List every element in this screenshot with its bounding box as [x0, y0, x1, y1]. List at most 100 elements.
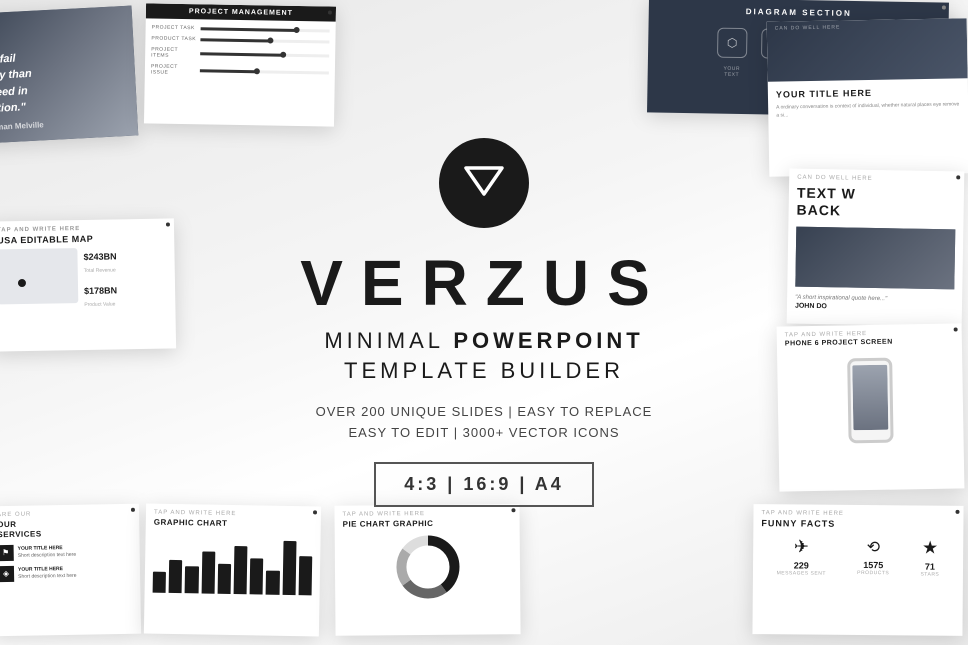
subtitle-line2: TEMPLATE BUILDER	[344, 358, 624, 384]
project-label-3: PROJECT ITEMS	[151, 46, 196, 59]
map-stats: $243BN Total Revenue $178BN Product Valu…	[83, 247, 117, 310]
project-bar-4	[200, 69, 258, 73]
phone-corner-dot	[954, 327, 958, 331]
phone-person-image	[852, 364, 888, 430]
subtitle-normal: MINIMAL	[324, 328, 453, 353]
preview-project: PROJECT MANAGEMENT PROJECT TASK PRODUCT …	[144, 3, 336, 126]
chart-bar-9	[282, 541, 296, 595]
project-label-4: PROJECT ISSUE	[151, 63, 196, 76]
preview-phone: TAP AND WRITE HERE PHONE 6 PROJECT SCREE…	[777, 323, 965, 491]
services-item-2: ◈ YOUR TITLE HERE Short description text…	[0, 564, 132, 582]
services-title: OURSERVICES	[0, 518, 140, 545]
facts-item-3: ★ 71 STARS	[920, 538, 939, 578]
title-here-body: YOUR TITLE HERE A ordinary conversation …	[768, 78, 968, 127]
brand-name: VERZUS	[300, 246, 668, 320]
chart-bar-6	[234, 546, 248, 594]
map-stat-label-1: Total Revenue	[84, 265, 117, 276]
services-item-desc-2: Short description text here	[18, 573, 76, 581]
chart-bar-1	[153, 572, 167, 593]
preview-title-here: CAN DO WELL HERE YOUR TITLE HERE A ordin…	[767, 18, 968, 176]
pie-corner-dot	[511, 508, 515, 512]
phone-device	[847, 357, 893, 443]
map-stat-label-2: Product Value	[84, 299, 117, 310]
pie-content	[335, 531, 521, 603]
text-back-corner-dot	[956, 175, 960, 179]
cliff-text: ter to fail quality than succeed in imit…	[0, 49, 44, 134]
facts-label-3: STARS	[920, 572, 939, 578]
project-title: PROJECT MANAGEMENT	[189, 8, 293, 17]
map-shape	[0, 248, 78, 304]
ratio-text: 4:3 | 16:9 | A4	[404, 474, 563, 494]
title-here-body-text: A ordinary conversation is context of in…	[776, 100, 960, 119]
cliff-quote-text: ter to fail quality than succeed in imit…	[0, 49, 43, 119]
project-bar-container-2	[200, 38, 329, 43]
services-icon-box-2: ◈	[0, 566, 14, 582]
project-row-4: PROJECT ISSUE	[151, 63, 329, 78]
project-row-3: PROJECT ITEMS	[151, 46, 329, 61]
preview-text-back: CAN DO WELL HERE TEXT WBACK "A short ins…	[787, 168, 965, 326]
facts-icon-3: ★	[921, 538, 940, 559]
logo-circle	[439, 138, 529, 228]
phone-screen	[852, 364, 888, 430]
main-container: VERZUS MINIMAL POWERPOINT TEMPLATE BUILD…	[0, 0, 968, 645]
facts-number-1: 229	[777, 560, 826, 570]
title-here-title: YOUR TITLE HERE	[776, 86, 960, 99]
subtitle-bold: POWERPOINT	[453, 328, 643, 353]
services-corner-dot	[131, 508, 135, 512]
features-line2: EASY TO EDIT | 3000+ VECTOR ICONS	[348, 425, 619, 440]
facts-icon-2: ⟲	[857, 537, 889, 557]
chart-bar-10	[298, 556, 312, 595]
project-bar-container-4	[200, 69, 329, 74]
facts-corner-dot	[955, 510, 959, 514]
logo-triangle-icon	[462, 164, 506, 202]
chart-bar-4	[201, 551, 215, 593]
facts-title: FUNNY FACTS	[753, 518, 963, 538]
chart-bar-3	[185, 566, 199, 593]
preview-map: TAP AND WRITE HERE USA EDITABLE MAP $243…	[0, 218, 176, 351]
project-body: PROJECT TASK PRODUCT TASK PROJECT ITEMS …	[145, 18, 336, 89]
project-label-1: PROJECT TASK	[152, 24, 197, 31]
text-back-img	[795, 226, 955, 289]
corner-dot	[328, 11, 332, 15]
map-stat-2: $178BN	[84, 281, 117, 300]
phone-mockup	[777, 348, 964, 451]
services-icon-box-1: ⚑	[0, 545, 14, 561]
diagram-corner-dot	[942, 6, 946, 10]
subtitle-line1: MINIMAL POWERPOINT	[324, 328, 643, 354]
chart-bar-8	[266, 571, 280, 595]
chart-bar-2	[169, 560, 183, 593]
facts-items: ✈ 229 MESSAGES SENT ⟲ 1575 PRODUCTS ★ 71…	[753, 536, 963, 578]
preview-facts: TAP AND WRITE HERE FUNNY FACTS ✈ 229 MES…	[752, 504, 963, 636]
services-item-text-2: YOUR TITLE HERE Short description text h…	[18, 566, 77, 581]
preview-cliff: ter to fail quality than succeed in imit…	[0, 6, 138, 145]
map-stat-1: $243BN	[83, 247, 116, 266]
services-items: ⚑ YOUR TITLE HERE Short description text…	[0, 542, 140, 582]
project-bar-container-1	[201, 27, 330, 32]
facts-item-2: ⟲ 1575 PRODUCTS	[857, 537, 889, 577]
pie-chart-svg	[392, 532, 463, 603]
facts-number-3: 71	[921, 562, 940, 572]
project-row-1: PROJECT TASK	[152, 24, 330, 33]
project-bar-1	[201, 27, 298, 32]
preview-pie: TAP AND WRITE HERE PIE CHART GRAPHIC	[334, 504, 520, 636]
text-back-img-bg	[795, 226, 955, 289]
facts-icon-1: ✈	[777, 536, 826, 557]
facts-number-2: 1575	[857, 560, 889, 570]
facts-label-1: MESSAGES SENT	[777, 570, 826, 576]
features-line1: OVER 200 UNIQUE SLIDES | EASY TO REPLACE	[316, 404, 653, 419]
chart-bars	[145, 532, 321, 595]
map-dot	[18, 279, 26, 287]
project-bar-3	[200, 52, 284, 56]
services-item-desc-1: Short description text here	[18, 552, 76, 560]
title-here-top-label: CAN DO WELL HERE	[767, 18, 967, 35]
ratio-box: 4:3 | 16:9 | A4	[374, 462, 593, 507]
facts-label-2: PRODUCTS	[857, 570, 889, 576]
text-back-title: TEXT WBACK	[788, 182, 964, 223]
project-label-2: PRODUCT TASK	[151, 35, 196, 42]
chart-bar-5	[217, 564, 231, 594]
services-item-1: ⚑ YOUR TITLE HERE Short description text…	[0, 543, 132, 561]
diagram-label-1: YOUR TEXT	[717, 66, 747, 79]
map-content: $243BN Total Revenue $178BN Product Valu…	[0, 246, 175, 311]
project-bar-container-3	[200, 52, 329, 57]
facts-item-1: ✈ 229 MESSAGES SENT	[777, 536, 827, 576]
